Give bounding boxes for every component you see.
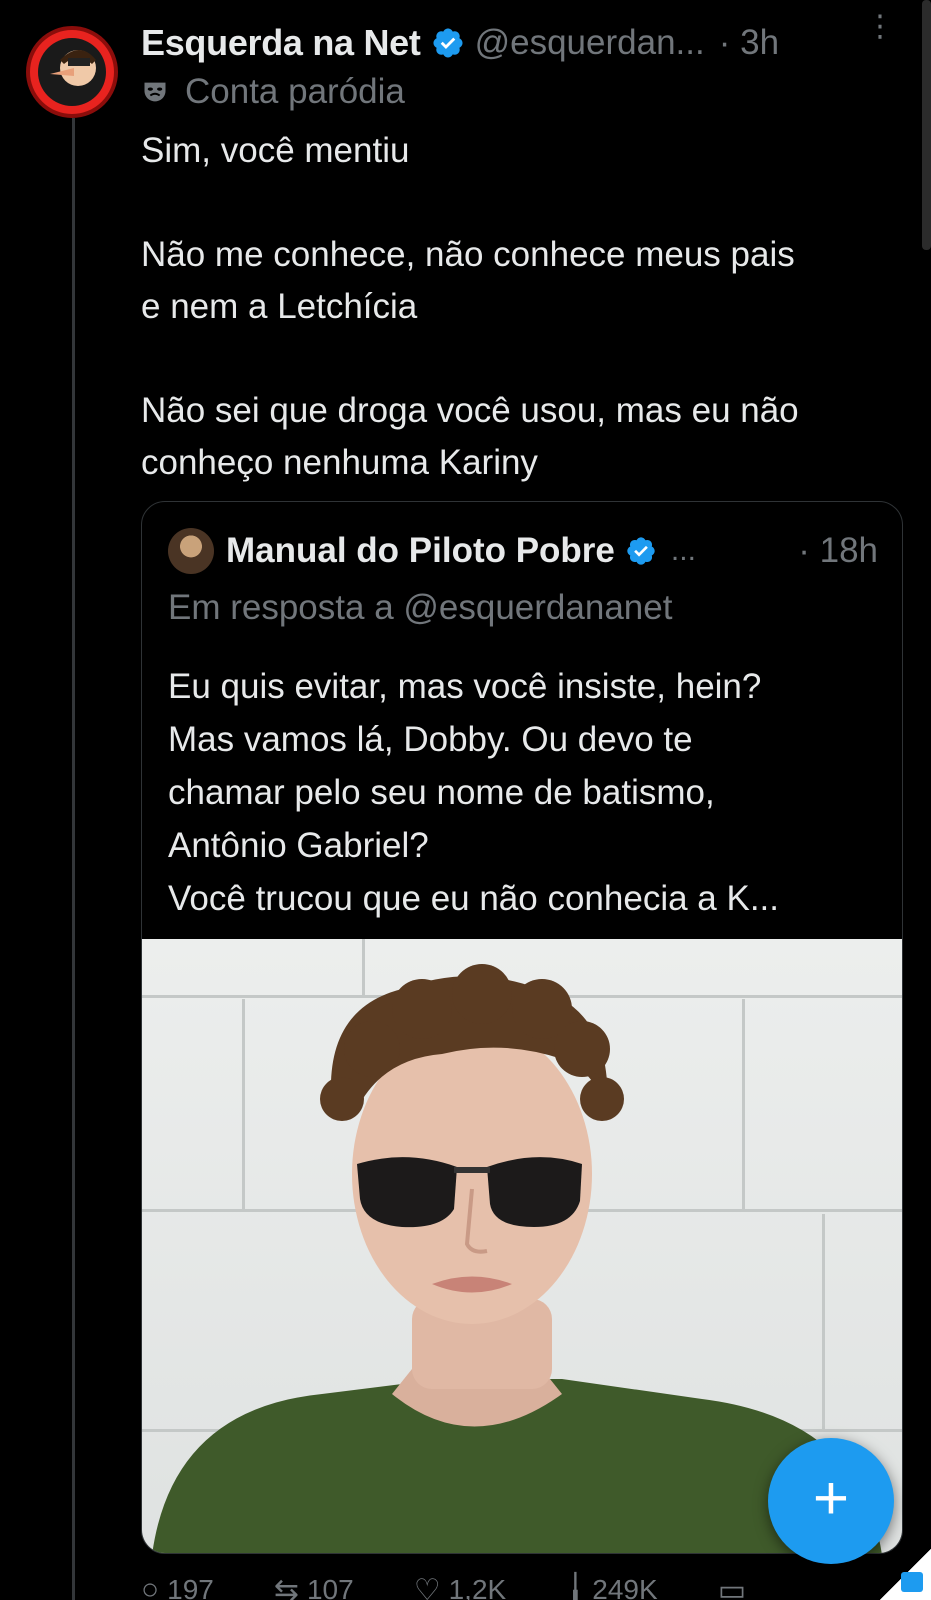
- parody-label: Conta paródia: [141, 70, 405, 114]
- scrollbar[interactable]: [922, 0, 931, 250]
- verified-badge-icon: [433, 28, 463, 58]
- quote-text: Eu quis evitar, mas você insiste, hein? …: [168, 667, 779, 918]
- author-avatar[interactable]: [26, 26, 118, 118]
- repost-button[interactable]: ⇆ 107: [273, 1573, 354, 1600]
- parody-text: Conta paródia: [185, 72, 405, 111]
- verified-badge-icon: [627, 537, 655, 565]
- compose-button[interactable]: +: [768, 1438, 894, 1564]
- more-icon[interactable]: ⋮: [865, 12, 895, 42]
- quote-author-name: Manual do Piloto Pobre: [226, 531, 615, 570]
- repost-count: 107: [306, 1574, 354, 1600]
- reply-count: 197: [167, 1574, 214, 1600]
- share-icon[interactable]: [901, 1572, 923, 1592]
- reply-button[interactable]: ○ 197: [141, 1573, 214, 1600]
- quote-reply-context: Em resposta a @esquerdananet: [168, 588, 673, 627]
- views-button[interactable]: ╽ 249K: [566, 1573, 658, 1600]
- views-icon: ╽: [566, 1573, 585, 1600]
- post-text: Sim, você mentiu Não me conhece, não con…: [141, 131, 799, 482]
- plus-icon: +: [812, 1464, 850, 1533]
- like-icon: ♡: [413, 1573, 441, 1600]
- like-count: 1,2K: [448, 1574, 507, 1600]
- quote-handle-truncated: ...: [670, 534, 696, 567]
- thread-line: [72, 118, 75, 1600]
- quote-author-avatar: [168, 528, 214, 574]
- action-bar: ○ 197 ⇆ 107 ♡ 1,2K ╽ 249K ▭: [141, 1573, 901, 1600]
- post-time[interactable]: · 3h: [719, 23, 779, 63]
- repost-icon: ⇆: [273, 1573, 299, 1600]
- post-header: Esquerda na Net @esquerdan... · 3h: [141, 18, 921, 68]
- reply-icon: ○: [141, 1573, 160, 1600]
- author-name[interactable]: Esquerda na Net: [141, 22, 421, 64]
- quote-header: Manual do Piloto Pobre ... · 18h: [168, 528, 878, 574]
- bookmark-icon: ▭: [717, 1573, 747, 1600]
- views-count: 249K: [592, 1574, 658, 1600]
- quote-time: · 18h: [798, 531, 878, 570]
- quoted-post[interactable]: Manual do Piloto Pobre ... · 18h Em resp…: [141, 501, 903, 1554]
- bookmark-button[interactable]: ▭: [717, 1573, 754, 1600]
- parody-mask-icon: [144, 82, 166, 102]
- author-handle[interactable]: @esquerdan...: [475, 23, 705, 63]
- like-button[interactable]: ♡ 1,2K: [413, 1573, 507, 1600]
